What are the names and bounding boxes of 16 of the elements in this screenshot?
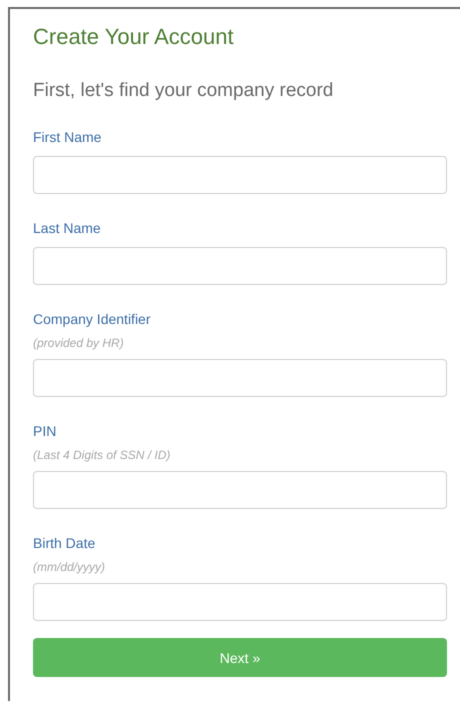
- input-field[interactable]: [33, 359, 447, 397]
- field-label: Last Name: [33, 219, 102, 237]
- field-label: PIN: [33, 422, 58, 440]
- field-label: Company Identifier: [33, 310, 152, 328]
- field-label: Birth Date: [33, 534, 96, 552]
- field-hint: (provided by HR): [33, 335, 125, 351]
- field-label: First Name: [33, 128, 102, 146]
- input-field[interactable]: [33, 583, 447, 621]
- page-title: Create Your Account: [33, 23, 235, 51]
- next-button[interactable]: Next »: [33, 638, 447, 677]
- field-hint: (Last 4 Digits of SSN / ID): [33, 447, 172, 463]
- input-field[interactable]: [33, 471, 447, 509]
- subtitle: First, let's find your company record: [33, 79, 334, 103]
- input-field[interactable]: [33, 156, 447, 194]
- input-field[interactable]: [33, 247, 447, 285]
- field-hint: (mm/dd/yyyy): [33, 559, 106, 575]
